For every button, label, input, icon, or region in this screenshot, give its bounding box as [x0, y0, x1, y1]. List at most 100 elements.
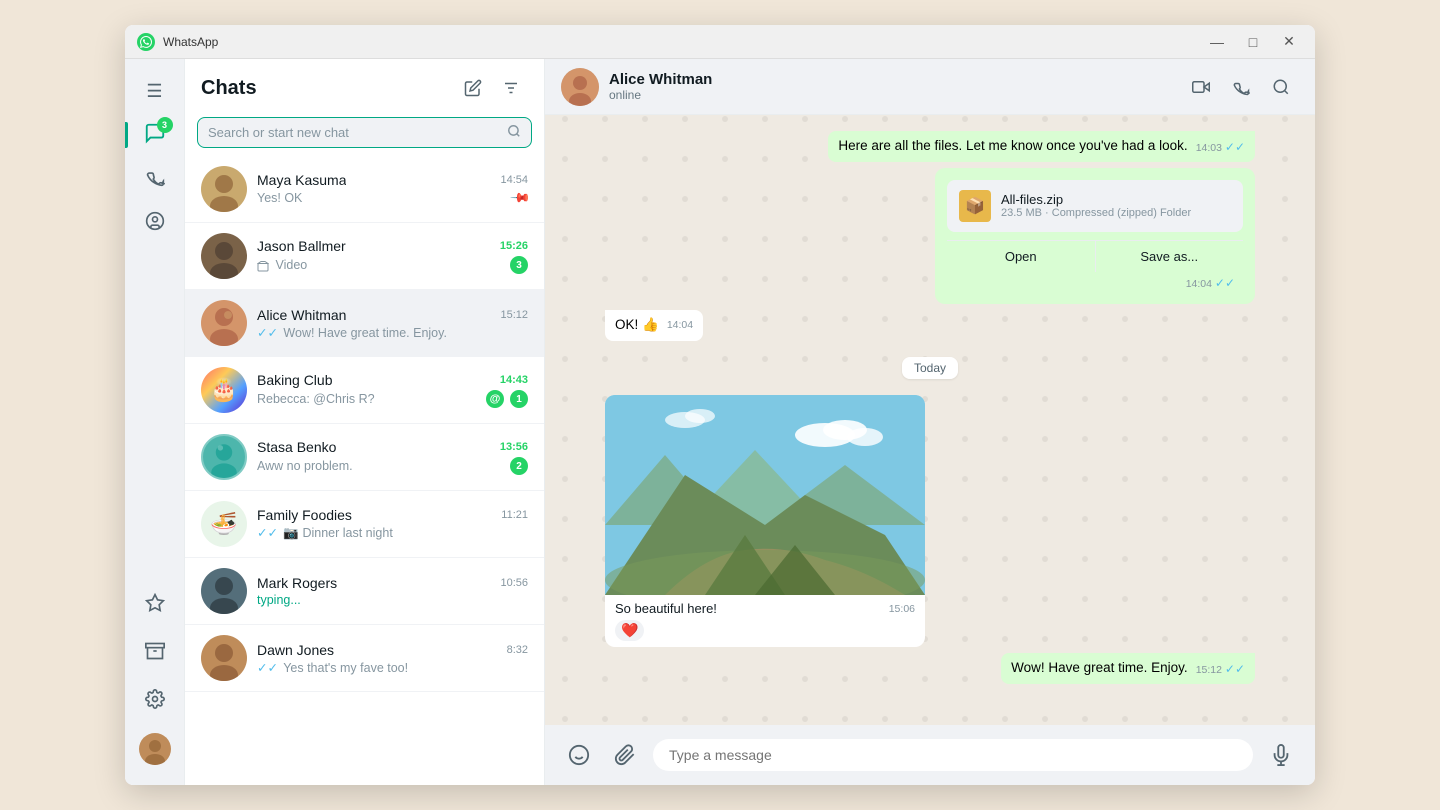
reaction[interactable]: ❤️	[615, 620, 644, 641]
message-bubble-outgoing: Here are all the files. Let me know once…	[828, 131, 1255, 162]
contact-avatar[interactable]	[561, 68, 599, 106]
reaction-row: ❤️	[605, 620, 925, 647]
read-ticks: ✓✓	[1225, 140, 1245, 154]
chat-item[interactable]: Dawn Jones 8:32 ✓✓ Yes that's my fave to…	[185, 625, 544, 692]
voice-call-button[interactable]	[1223, 69, 1259, 105]
search-icon	[507, 124, 521, 141]
photo-message[interactable]: So beautiful here! 15:06 ❤️	[605, 395, 925, 647]
sidebar-item-archive[interactable]	[135, 633, 175, 673]
chat-list: Maya Kasuma 14:54 Yes! OK 📌	[185, 156, 544, 785]
avatar	[201, 568, 247, 614]
chat-item-alice[interactable]: Alice Whitman 15:12 ✓✓ Wow! Have great t…	[185, 290, 544, 357]
search-chat-button[interactable]	[1263, 69, 1299, 105]
chat-time: 14:43	[500, 374, 528, 386]
save-as-button[interactable]: Save as...	[1096, 241, 1244, 272]
chat-list-header: Chats	[185, 59, 544, 113]
sidebar-item-status[interactable]	[135, 203, 175, 243]
chat-time: 13:56	[500, 441, 528, 453]
date-divider: Today	[605, 359, 1255, 377]
message-bubble-incoming: OK! 👍 14:04	[605, 310, 703, 341]
search-input[interactable]	[208, 125, 507, 140]
chat-input-area	[545, 725, 1315, 785]
pin-icon: 📌	[509, 187, 532, 210]
sidebar-item-starred[interactable]	[135, 585, 175, 625]
file-name: All-files.zip	[1001, 192, 1231, 207]
chat-list-panel: Chats	[185, 59, 545, 785]
phone-icon	[145, 167, 165, 192]
photo-time: 15:06	[889, 603, 915, 615]
search-bar	[185, 113, 544, 156]
chat-time: 11:21	[501, 509, 528, 521]
chat-info: Stasa Benko 13:56 Aww no problem. 2	[257, 439, 528, 475]
avatar	[201, 233, 247, 279]
star-icon	[145, 593, 165, 618]
menu-icon: ☰	[146, 81, 162, 102]
unread-badge: 3	[510, 256, 528, 274]
search-input-wrap[interactable]	[197, 117, 532, 148]
chat-item[interactable]: 🍜 Family Foodies 11:21 ✓✓ 📷 Dinner last …	[185, 491, 544, 558]
chat-header-actions	[1183, 69, 1299, 105]
archive-icon	[145, 641, 165, 666]
chat-info: Jason Ballmer 15:26 Video 3	[257, 238, 528, 274]
chat-header: Alice Whitman online	[545, 59, 1315, 115]
emoji-button[interactable]	[561, 737, 597, 773]
message-input[interactable]	[653, 739, 1253, 771]
file-card: 📦 All-files.zip 23.5 MB · Compressed (zi…	[947, 180, 1243, 232]
chat-item[interactable]: Jason Ballmer 15:26 Video 3	[185, 223, 544, 290]
chat-name: Jason Ballmer	[257, 238, 346, 254]
chat-item[interactable]: Stasa Benko 13:56 Aww no problem. 2	[185, 424, 544, 491]
chat-name: Mark Rogers	[257, 575, 337, 591]
sidebar-item-calls[interactable]	[135, 159, 175, 199]
title-bar-title: WhatsApp	[163, 35, 218, 49]
message-text: Here are all the files. Let me know once…	[838, 138, 1187, 153]
chat-item[interactable]: 🎂 Baking Club 14:43 Rebecca: @Chris R? @…	[185, 357, 544, 424]
chat-info: Family Foodies 11:21 ✓✓ 📷 Dinner last ni…	[257, 507, 528, 541]
chat-time: 10:56	[500, 577, 528, 589]
date-label: Today	[902, 357, 958, 379]
video-call-button[interactable]	[1183, 69, 1219, 105]
avatar	[201, 300, 247, 346]
chat-time: 14:54	[500, 174, 528, 186]
chat-time: 15:12	[500, 309, 528, 321]
sidebar-item-menu[interactable]: ☰	[135, 71, 175, 111]
chat-item[interactable]: Mark Rogers 10:56 typing...	[185, 558, 544, 625]
chat-main: Alice Whitman online	[545, 59, 1315, 785]
message-bubble-outgoing-last: Wow! Have great time. Enjoy. 15:12 ✓✓	[1001, 653, 1255, 684]
avatar	[201, 434, 247, 480]
contact-status: online	[609, 88, 1173, 102]
chat-preview: Aww no problem.	[257, 459, 504, 473]
photo-caption: So beautiful here! 15:06	[605, 595, 925, 620]
attach-button[interactable]	[607, 737, 643, 773]
chat-item[interactable]: Maya Kasuma 14:54 Yes! OK 📌	[185, 156, 544, 223]
whatsapp-logo-icon	[137, 33, 155, 51]
maximize-button[interactable]: □	[1239, 31, 1267, 53]
chat-time: 8:32	[507, 644, 528, 656]
status-icon	[145, 211, 165, 236]
chat-info: Alice Whitman 15:12 ✓✓ Wow! Have great t…	[257, 307, 528, 340]
user-avatar[interactable]	[139, 733, 171, 765]
new-chat-button[interactable]	[456, 71, 490, 105]
file-icon: 📦	[959, 190, 991, 222]
chat-name: Baking Club	[257, 372, 333, 388]
contact-info[interactable]: Alice Whitman online	[609, 71, 1173, 102]
header-icon-group	[456, 71, 528, 105]
sidebar-item-settings[interactable]	[135, 681, 175, 721]
close-button[interactable]: ✕	[1275, 31, 1303, 53]
chat-info: Dawn Jones 8:32 ✓✓ Yes that's my fave to…	[257, 642, 528, 675]
sidebar-item-chats[interactable]: 3	[135, 115, 175, 155]
open-file-button[interactable]: Open	[947, 241, 1096, 272]
voice-message-button[interactable]	[1263, 737, 1299, 773]
unread-badge: @	[486, 390, 504, 408]
chat-preview: ✓✓ Wow! Have great time. Enjoy.	[257, 325, 528, 340]
message-text: OK! 👍	[615, 317, 659, 332]
message-text: Wow! Have great time. Enjoy.	[1011, 660, 1188, 675]
title-bar-controls: — □ ✕	[1203, 31, 1303, 53]
messages-area: Here are all the files. Let me know once…	[545, 115, 1315, 725]
settings-icon	[145, 689, 165, 714]
file-message: 📦 All-files.zip 23.5 MB · Compressed (zi…	[935, 168, 1255, 304]
chat-preview: Video	[257, 258, 504, 272]
file-actions: Open Save as...	[947, 240, 1243, 272]
photo-image	[605, 395, 925, 595]
filter-button[interactable]	[494, 71, 528, 105]
minimize-button[interactable]: —	[1203, 31, 1231, 53]
